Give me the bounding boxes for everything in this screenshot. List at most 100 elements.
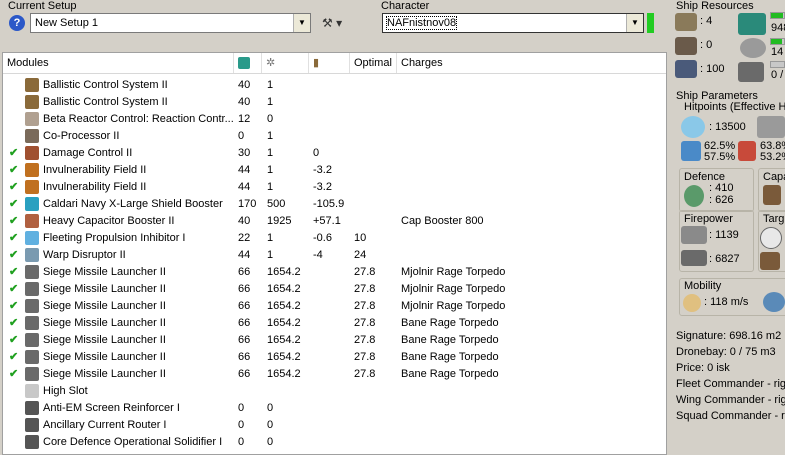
cell-pg: 1 <box>267 130 274 142</box>
cell-charges <box>401 162 661 179</box>
table-row[interactable]: ✔ Invulnerability Field II 44 1 -3.2 <box>3 162 666 179</box>
character-select[interactable]: NAFnistnov08 ▼ <box>382 13 644 33</box>
speed-icon <box>683 294 701 312</box>
cell-cpu: 40 <box>238 79 251 91</box>
table-row[interactable]: ✔ Damage Control II 30 1 0 <box>3 145 666 162</box>
capacitor-icon: ▮ <box>313 57 320 69</box>
table-row[interactable]: ✔ Fleeting Propulsion Inhibitor I 22 1 -0.6 1… <box>3 230 666 247</box>
cell-cpu: 44 <box>238 181 251 193</box>
header-modules[interactable]: Modules <box>3 53 234 73</box>
shield-resist-2: 57.5% <box>704 151 736 163</box>
cell-optimal <box>354 434 397 451</box>
table-row[interactable]: Anti-EM Screen Reinforcer I 0 0 <box>3 400 666 417</box>
cell-optimal: 10 <box>354 232 367 244</box>
table-row[interactable]: Ancillary Current Router I 0 0 <box>3 417 666 434</box>
cell-pg: 1654.2 <box>267 266 301 278</box>
setup-select[interactable]: New Setup 1 ▼ <box>30 13 311 33</box>
module-icon <box>25 163 39 177</box>
header-capacitor[interactable]: ▮ <box>309 53 350 73</box>
table-row[interactable]: Ballistic Control System II 40 1 <box>3 77 666 94</box>
header-optimal[interactable]: Optimal <box>350 53 397 73</box>
check-icon[interactable]: ✔ <box>9 145 18 162</box>
cell-name: Invulnerability Field II <box>43 181 147 193</box>
header-charges[interactable]: Charges <box>397 53 668 73</box>
hitpoints-label: Hitpoints (Effective H <box>684 101 785 113</box>
table-row[interactable]: ✔ Siege Missile Launcher II 66 1654.2 27.8 Ba… <box>3 332 666 349</box>
check-icon[interactable]: ✔ <box>9 366 18 383</box>
cell-charges: Bane Rage Torpedo <box>401 334 499 346</box>
header-cpu[interactable] <box>234 53 262 73</box>
table-row[interactable]: ✔ Siege Missile Launcher II 66 1654.2 27.8 Mj… <box>3 264 666 281</box>
cell-pg: 1 <box>267 147 274 159</box>
current-setup-label: Current Setup <box>8 0 77 12</box>
module-icon <box>25 384 39 398</box>
table-row[interactable]: ✔ Invulnerability Field II 44 1 -3.2 <box>3 179 666 196</box>
cell-optimal: 27.8 <box>354 351 376 363</box>
cell-charges <box>401 247 661 264</box>
tools-menu-icon[interactable]: ⚒ ▾ <box>322 16 342 30</box>
check-icon[interactable]: ✔ <box>9 179 18 196</box>
module-icon <box>25 146 39 160</box>
cell-cpu: 66 <box>238 334 251 346</box>
targeting-label: Targ <box>763 213 785 225</box>
table-row[interactable]: ✔ Siege Missile Launcher II 66 1654.2 27.8 Mj… <box>3 298 666 315</box>
check-icon[interactable]: ✔ <box>9 213 18 230</box>
module-icon <box>25 435 39 449</box>
check-icon[interactable]: ✔ <box>9 349 18 366</box>
chevron-down-icon[interactable]: ▼ <box>626 14 643 32</box>
cell-cap <box>313 400 350 417</box>
cell-pg: 0 <box>267 419 274 431</box>
launcher-icon <box>675 37 697 55</box>
cell-pg: 1 <box>267 164 274 176</box>
cell-cap <box>313 94 350 111</box>
cell-cap <box>313 349 350 366</box>
cpu-icon <box>238 57 250 69</box>
table-row[interactable]: ✔ Siege Missile Launcher II 66 1654.2 27.8 Ba… <box>3 349 666 366</box>
cell-cpu: 44 <box>238 249 251 261</box>
table-row[interactable]: ✔ Siege Missile Launcher II 66 1654.2 27.8 Ba… <box>3 315 666 332</box>
table-row[interactable]: Core Defence Operational Solidifier I 0 0 <box>3 434 666 451</box>
firepower-label: Firepower <box>684 213 733 225</box>
table-row[interactable]: High Slot <box>3 383 666 400</box>
cell-cap: -4 <box>313 249 323 261</box>
table-row[interactable]: Beta Reactor Control: Reaction Contr... 1… <box>3 111 666 128</box>
check-icon[interactable]: ✔ <box>9 281 18 298</box>
table-row[interactable]: ✔ Caldari Navy X-Large Shield Booster 170 5… <box>3 196 666 213</box>
chevron-down-icon[interactable]: ▼ <box>293 14 310 32</box>
turret-damage-icon <box>681 226 707 244</box>
check-icon[interactable]: ✔ <box>9 264 18 281</box>
header-powergrid[interactable]: ✲ <box>262 53 309 73</box>
wing-commander-text[interactable]: Wing Commander - righ <box>676 394 785 406</box>
cell-charges <box>401 196 661 213</box>
table-row[interactable]: ✔ Siege Missile Launcher II 66 1654.2 27.8 Ba… <box>3 366 666 383</box>
cell-cpu: 0 <box>238 402 245 414</box>
table-row[interactable]: Co-Processor II 0 1 <box>3 128 666 145</box>
cell-name: High Slot <box>43 385 88 397</box>
table-row[interactable]: ✔ Warp Disruptor II 44 1 -4 24 <box>3 247 666 264</box>
fleet-commander-text[interactable]: Fleet Commander - right <box>676 378 785 390</box>
check-icon[interactable]: ✔ <box>9 247 18 264</box>
check-icon[interactable]: ✔ <box>9 196 18 213</box>
cell-cpu: 66 <box>238 351 251 363</box>
targeting-range-icon <box>760 227 782 249</box>
check-icon[interactable]: ✔ <box>9 298 18 315</box>
check-icon[interactable]: ✔ <box>9 332 18 349</box>
cell-optimal <box>354 111 397 128</box>
scan-resolution-icon <box>760 252 780 270</box>
table-row[interactable]: ✔ Siege Missile Launcher II 66 1654.2 27.8 Mj… <box>3 281 666 298</box>
cell-optimal <box>354 417 397 434</box>
squad-commander-text[interactable]: Squad Commander - rig <box>676 410 785 422</box>
cell-name: Siege Missile Launcher II <box>43 368 166 380</box>
help-icon[interactable]: ? <box>9 15 25 31</box>
table-row[interactable]: Ballistic Control System II 40 1 <box>3 94 666 111</box>
cell-cap <box>313 366 350 383</box>
table-row[interactable]: ✔ Heavy Capacitor Booster II 40 1925 +57.1 Ca… <box>3 213 666 230</box>
cell-cap <box>313 264 350 281</box>
check-icon[interactable]: ✔ <box>9 162 18 179</box>
cell-name: Siege Missile Launcher II <box>43 351 166 363</box>
cell-pg: 0 <box>267 402 274 414</box>
check-icon[interactable]: ✔ <box>9 230 18 247</box>
cell-cap <box>313 77 350 94</box>
powergrid-icon: ✲ <box>266 57 276 69</box>
check-icon[interactable]: ✔ <box>9 315 18 332</box>
